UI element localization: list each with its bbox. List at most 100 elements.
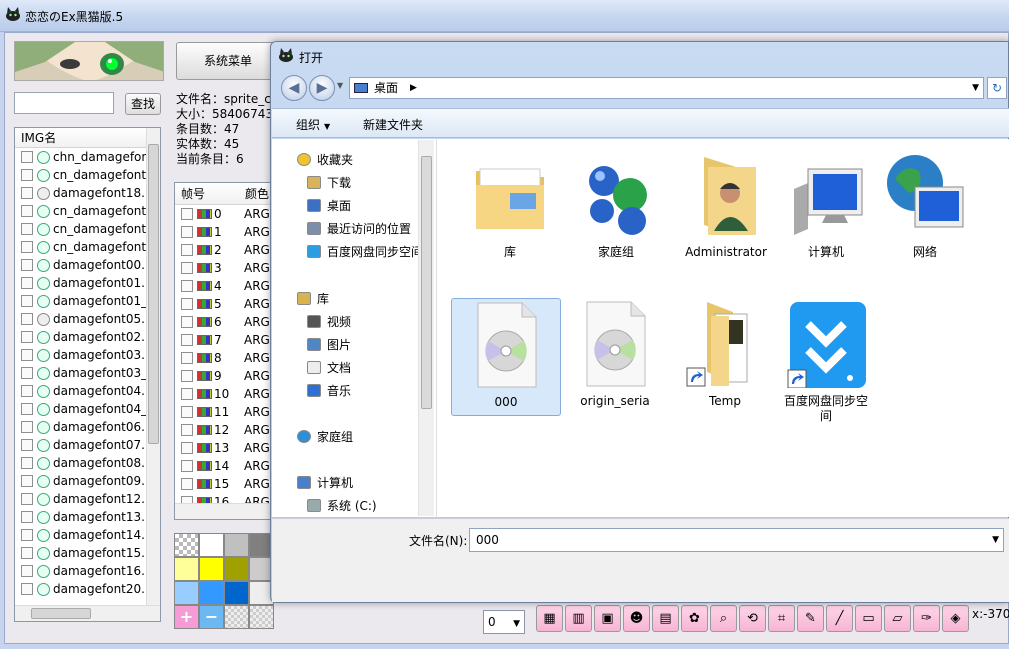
chevron-down-icon[interactable]: ▼ bbox=[992, 529, 999, 551]
palette-swatch[interactable] bbox=[174, 533, 199, 557]
img-list-item[interactable]: damagefont07.in bbox=[15, 436, 160, 454]
img-list-item[interactable]: damagefont12.in bbox=[15, 490, 160, 508]
frame-row[interactable]: 5 ARG bbox=[175, 295, 273, 313]
line-tool-button[interactable]: ╱ bbox=[826, 605, 853, 632]
img-list-item[interactable]: damagefont05.in bbox=[15, 310, 160, 328]
palette-swatch[interactable] bbox=[199, 533, 224, 557]
zoom-select[interactable]: 0 ▼ bbox=[483, 610, 525, 634]
address-location[interactable]: 桌面 bbox=[374, 78, 398, 98]
layers-tool-button[interactable]: ▥ bbox=[565, 605, 592, 632]
file-item[interactable]: 000 bbox=[451, 298, 561, 416]
checkbox[interactable] bbox=[21, 457, 33, 469]
img-list-horizontal-scrollbar[interactable] bbox=[15, 605, 160, 621]
checkbox[interactable] bbox=[21, 511, 33, 523]
file-item[interactable]: 网络 bbox=[870, 149, 980, 260]
history-dropdown-icon[interactable]: ▼ bbox=[337, 81, 343, 90]
palette-swatch[interactable] bbox=[224, 557, 249, 581]
frame-list-horizontal-scrollbar[interactable] bbox=[175, 503, 273, 519]
checkbox[interactable] bbox=[21, 313, 33, 325]
checkbox[interactable] bbox=[21, 421, 33, 433]
organize-menu[interactable]: 组织 ▼ bbox=[296, 116, 330, 133]
checkbox[interactable] bbox=[181, 226, 193, 238]
back-button[interactable]: ◀ bbox=[281, 75, 307, 101]
frame-tool-button[interactable]: ▣ bbox=[594, 605, 621, 632]
palette-swatch[interactable] bbox=[199, 581, 224, 605]
img-list-item[interactable]: damagefont03_v bbox=[15, 364, 160, 382]
img-list-item[interactable]: damagefont14.in bbox=[15, 526, 160, 544]
nav-item[interactable]: 视频 bbox=[307, 313, 351, 330]
magnifier-tool-button[interactable]: ⌕ bbox=[710, 605, 737, 632]
frame-row[interactable]: 0 ARG bbox=[175, 205, 273, 223]
nav-item[interactable]: 库 bbox=[297, 290, 329, 307]
checkbox[interactable] bbox=[181, 334, 193, 346]
checkbox[interactable] bbox=[21, 205, 33, 217]
palette-swatch[interactable] bbox=[224, 581, 249, 605]
checkbox[interactable] bbox=[21, 169, 33, 181]
remove-color-button[interactable]: − bbox=[199, 605, 224, 629]
img-list-item[interactable]: damagefont20.in bbox=[15, 580, 160, 598]
frame-row[interactable]: 9 ARG bbox=[175, 367, 273, 385]
frame-list[interactable]: 帧号 颜色 0 ARG 1 ARG 2 ARG 3 ARG 4 ARG 5 ARG 6 ARG 7 ARG 8 A… bbox=[174, 182, 274, 520]
nav-item[interactable]: 文档 bbox=[307, 359, 351, 376]
frame-row[interactable]: 10 ARG bbox=[175, 385, 273, 403]
checkbox[interactable] bbox=[21, 439, 33, 451]
checkbox[interactable] bbox=[181, 478, 193, 490]
frame-row[interactable]: 12 ARG bbox=[175, 421, 273, 439]
img-list-item[interactable]: damagefont03.in bbox=[15, 346, 160, 364]
img-list-item[interactable]: damagefont02.in bbox=[15, 328, 160, 346]
nav-pane-scrollbar[interactable] bbox=[418, 140, 434, 516]
frame-row[interactable]: 14 ARG bbox=[175, 457, 273, 475]
checkbox[interactable] bbox=[21, 529, 33, 541]
img-list-item[interactable]: damagefont15.in bbox=[15, 544, 160, 562]
file-item[interactable]: Administrator bbox=[671, 149, 781, 260]
chevron-down-icon[interactable]: ▼ bbox=[972, 78, 979, 98]
scroll-thumb[interactable] bbox=[148, 144, 159, 444]
frame-row[interactable]: 7 ARG bbox=[175, 331, 273, 349]
frame-row[interactable]: 2 ARG bbox=[175, 241, 273, 259]
img-search-input[interactable] bbox=[14, 92, 114, 114]
frame-number-header[interactable]: 帧号 bbox=[175, 183, 239, 204]
refresh-button[interactable]: ↻ bbox=[987, 77, 1007, 99]
palette-swatch[interactable] bbox=[199, 557, 224, 581]
checkbox[interactable] bbox=[181, 208, 193, 220]
checkbox[interactable] bbox=[21, 295, 33, 307]
checkbox[interactable] bbox=[181, 316, 193, 328]
img-list-item[interactable]: cn_damagefont0 bbox=[15, 220, 160, 238]
checkbox[interactable] bbox=[21, 151, 33, 163]
checkbox[interactable] bbox=[21, 583, 33, 595]
checkbox[interactable] bbox=[21, 547, 33, 559]
img-list-item[interactable]: cn_damagefont0 bbox=[15, 166, 160, 184]
cat-tool-button[interactable]: ☻ bbox=[623, 605, 650, 632]
img-list-item[interactable]: damagefont01_b bbox=[15, 292, 160, 310]
palette-swatch[interactable] bbox=[249, 605, 274, 629]
palette-swatch[interactable] bbox=[174, 581, 199, 605]
checkbox[interactable] bbox=[21, 565, 33, 577]
frame-row[interactable]: 1 ARG bbox=[175, 223, 273, 241]
nav-item[interactable]: 桌面 bbox=[307, 197, 351, 214]
eyedropper-tool-button[interactable]: ✑ bbox=[913, 605, 940, 632]
pencil-tool-button[interactable]: ✎ bbox=[797, 605, 824, 632]
checkbox[interactable] bbox=[21, 475, 33, 487]
img-list-item[interactable]: cn_damagefont0 bbox=[15, 202, 160, 220]
checkbox[interactable] bbox=[21, 241, 33, 253]
checkbox[interactable] bbox=[181, 298, 193, 310]
img-list-item[interactable]: damagefont08.in bbox=[15, 454, 160, 472]
checkbox[interactable] bbox=[21, 367, 33, 379]
scroll-thumb[interactable] bbox=[421, 156, 432, 409]
frame-row[interactable]: 4 ARG bbox=[175, 277, 273, 295]
filename-input[interactable]: 000 ▼ bbox=[469, 528, 1004, 552]
rectangle-tool-button[interactable]: ▭ bbox=[855, 605, 882, 632]
add-color-button[interactable]: + bbox=[174, 605, 199, 629]
eraser-tool-button[interactable]: ▱ bbox=[884, 605, 911, 632]
rotate-tool-button[interactable]: ⟲ bbox=[739, 605, 766, 632]
nav-item[interactable]: 音乐 bbox=[307, 382, 351, 399]
checkbox[interactable] bbox=[181, 352, 193, 364]
frame-row[interactable]: 3 ARG bbox=[175, 259, 273, 277]
checkbox[interactable] bbox=[21, 259, 33, 271]
checkbox[interactable] bbox=[181, 442, 193, 454]
nav-item[interactable]: 百度网盘同步空间 bbox=[307, 243, 423, 260]
file-item[interactable]: Temp bbox=[670, 298, 780, 409]
crop-tool-button[interactable]: ⌗ bbox=[768, 605, 795, 632]
checkbox[interactable] bbox=[21, 493, 33, 505]
img-list-item[interactable]: damagefont16.in bbox=[15, 562, 160, 580]
